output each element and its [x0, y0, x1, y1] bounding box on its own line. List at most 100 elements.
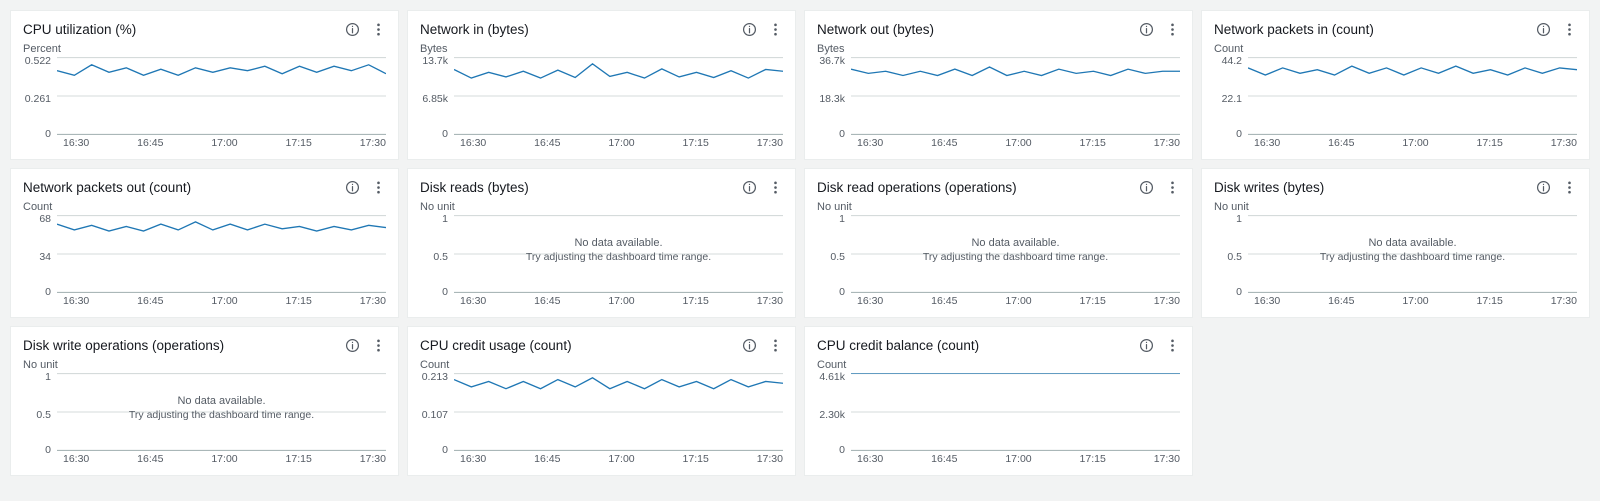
x-tick: 16:30 — [63, 137, 89, 149]
card-header-actions — [1138, 21, 1180, 37]
metric-card-disk-read-ops: Disk read operations (operations)No unit… — [804, 168, 1193, 318]
y-axis: 0.5220.2610 — [23, 57, 57, 135]
card-menu-icon[interactable] — [767, 337, 783, 353]
metric-card-net-pkt-out: Network packets out (count)Count6834016:… — [10, 168, 399, 318]
card-title: CPU credit usage (count) — [420, 338, 572, 353]
plot-area: 4.61k2.30k0 — [817, 373, 1180, 451]
metric-card-disk-writes: Disk writes (bytes)No unit10.50No data a… — [1201, 168, 1590, 318]
metric-card-cpu-credit-usage: CPU credit usage (count)Count0.2130.1070… — [407, 326, 796, 476]
card-header: Disk writes (bytes) — [1214, 179, 1577, 195]
card-menu-icon[interactable] — [767, 21, 783, 37]
plot-area: 10.50No data available.Try adjusting the… — [420, 215, 783, 293]
x-tick: 16:45 — [931, 453, 957, 465]
x-tick: 17:00 — [608, 295, 634, 307]
info-icon[interactable] — [741, 21, 757, 37]
plot[interactable] — [57, 57, 386, 135]
x-tick: 17:15 — [683, 295, 709, 307]
y-tick: 0 — [839, 129, 845, 140]
info-icon[interactable] — [1138, 337, 1154, 353]
x-tick: 16:45 — [534, 453, 560, 465]
no-data-line2: Try adjusting the dashboard time range. — [1320, 251, 1505, 263]
card-header: CPU credit balance (count) — [817, 337, 1180, 353]
y-tick: 44.2 — [1222, 56, 1242, 67]
x-tick: 17:00 — [211, 137, 237, 149]
unit-label: Count — [1214, 43, 1577, 55]
card-menu-icon[interactable] — [370, 337, 386, 353]
unit-label: Bytes — [817, 43, 1180, 55]
x-axis: 16:3016:4517:0017:1517:30 — [23, 453, 386, 465]
x-tick: 16:45 — [1328, 295, 1354, 307]
card-menu-icon[interactable] — [1164, 337, 1180, 353]
plot-area: 0.2130.1070 — [420, 373, 783, 451]
x-axis: 16:3016:4517:0017:1517:30 — [420, 453, 783, 465]
plot[interactable]: No data available.Try adjusting the dash… — [851, 215, 1180, 293]
unit-label: No unit — [1214, 201, 1577, 213]
plot[interactable] — [1248, 57, 1577, 135]
x-tick: 16:30 — [1254, 295, 1280, 307]
info-icon[interactable] — [1535, 21, 1551, 37]
x-tick: 17:30 — [360, 453, 386, 465]
card-menu-icon[interactable] — [1561, 21, 1577, 37]
x-tick: 17:30 — [1154, 295, 1180, 307]
x-tick: 17:15 — [1477, 295, 1503, 307]
plot[interactable]: No data available. Try adjusting the dash… — [57, 373, 386, 451]
plot[interactable] — [454, 373, 783, 451]
y-axis: 10.50 — [23, 373, 57, 451]
plot[interactable] — [454, 57, 783, 135]
x-tick: 17:15 — [286, 295, 312, 307]
card-menu-icon[interactable] — [370, 179, 386, 195]
card-header-actions — [1535, 179, 1577, 195]
x-tick: 16:45 — [931, 295, 957, 307]
x-tick: 17:15 — [1477, 137, 1503, 149]
card-header: Network packets out (count) — [23, 179, 386, 195]
info-icon[interactable] — [741, 337, 757, 353]
card-title: Network in (bytes) — [420, 22, 529, 37]
x-tick: 17:30 — [1551, 137, 1577, 149]
plot[interactable] — [851, 57, 1180, 135]
x-tick: 17:30 — [757, 137, 783, 149]
card-header: Disk reads (bytes) — [420, 179, 783, 195]
info-icon[interactable] — [344, 179, 360, 195]
x-tick: 17:00 — [608, 453, 634, 465]
no-data-line1: No data available. — [129, 395, 314, 407]
metric-card-disk-write-ops: Disk write operations (operations)No uni… — [10, 326, 399, 476]
card-menu-icon[interactable] — [1164, 179, 1180, 195]
y-tick: 0 — [442, 287, 448, 298]
x-tick: 17:30 — [360, 295, 386, 307]
card-menu-icon[interactable] — [1561, 179, 1577, 195]
info-icon[interactable] — [741, 179, 757, 195]
info-icon[interactable] — [344, 21, 360, 37]
y-axis: 36.7k18.3k0 — [817, 57, 851, 135]
card-menu-icon[interactable] — [767, 179, 783, 195]
plot[interactable] — [57, 215, 386, 293]
metric-card-cpu-util: CPU utilization (%)Percent0.5220.261016:… — [10, 10, 399, 160]
y-tick: 18.3k — [819, 94, 845, 105]
y-tick: 0 — [45, 445, 51, 456]
card-title: CPU utilization (%) — [23, 22, 136, 37]
card-menu-icon[interactable] — [370, 21, 386, 37]
plot-area: 0.5220.2610 — [23, 57, 386, 135]
plot[interactable] — [851, 373, 1180, 451]
info-icon[interactable] — [1138, 179, 1154, 195]
x-axis: 16:3016:4517:0017:1517:30 — [817, 453, 1180, 465]
x-tick: 16:30 — [857, 453, 883, 465]
info-icon[interactable] — [1138, 21, 1154, 37]
card-title: Disk writes (bytes) — [1214, 180, 1324, 195]
plot-area: 44.222.10 — [1214, 57, 1577, 135]
metrics-dashboard: CPU utilization (%)Percent0.5220.261016:… — [0, 0, 1600, 486]
plot[interactable]: No data available.Try adjusting the dash… — [454, 215, 783, 293]
plot[interactable]: No data available.Try adjusting the dash… — [1248, 215, 1577, 293]
x-axis: 16:3016:4517:0017:1517:30 — [1214, 137, 1577, 149]
x-tick: 17:00 — [1005, 295, 1031, 307]
unit-label: Bytes — [420, 43, 783, 55]
info-icon[interactable] — [1535, 179, 1551, 195]
x-tick: 17:15 — [286, 453, 312, 465]
x-axis: 16:3016:4517:0017:1517:30 — [420, 137, 783, 149]
y-axis: 10.50 — [420, 215, 454, 293]
x-tick: 17:00 — [1005, 453, 1031, 465]
card-title: Disk reads (bytes) — [420, 180, 529, 195]
card-header: CPU credit usage (count) — [420, 337, 783, 353]
info-icon[interactable] — [344, 337, 360, 353]
card-menu-icon[interactable] — [1164, 21, 1180, 37]
no-data-line2: Try adjusting the dashboard time range. — [129, 409, 314, 421]
